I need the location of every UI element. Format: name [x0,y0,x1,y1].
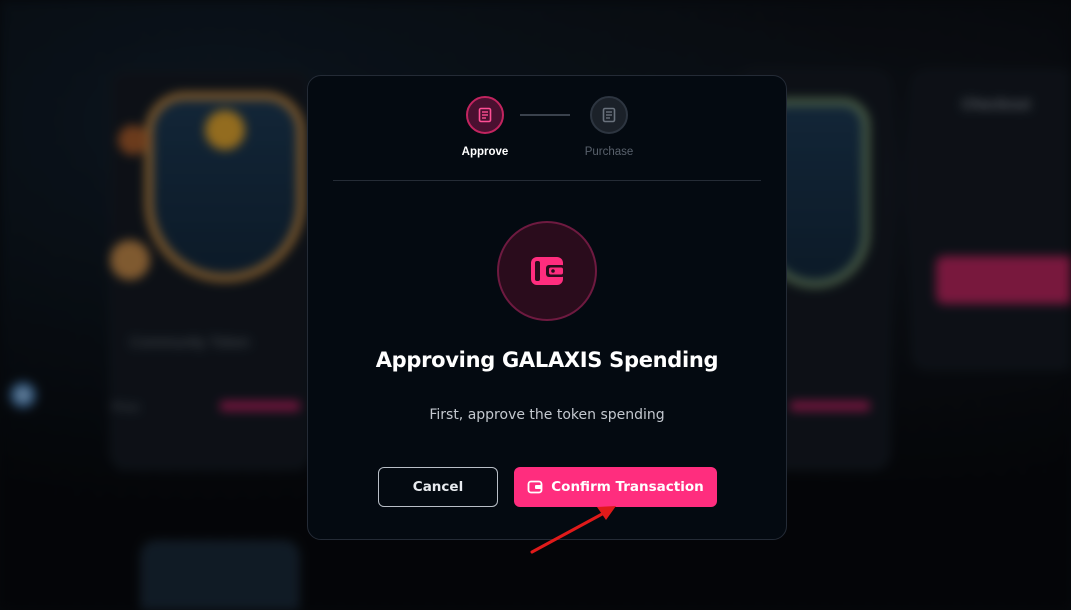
step-approve-label: Approve [461,146,509,158]
cancel-button[interactable]: Cancel [378,467,498,507]
step-connector [520,114,570,116]
modal-divider [333,180,761,181]
step-purchase-label: Purchase [584,146,634,158]
wallet-icon [527,480,543,494]
step-approve: Approve [440,96,530,158]
modal-title: Approving GALAXIS Spending [375,348,719,372]
progress-steps: Approve Purchase [308,96,786,166]
cancel-button-label: Cancel [412,479,464,495]
step-approve-indicator [466,96,504,134]
step-purchase-indicator [590,96,628,134]
modal-subtitle: First, approve the token spending [429,407,665,423]
step-purchase: Purchase [564,96,654,158]
receipt-icon [478,107,492,123]
wallet-icon-container [497,221,597,321]
receipt-icon [602,107,616,123]
confirm-transaction-button[interactable]: Confirm Transaction [514,467,717,507]
wallet-icon [531,257,565,285]
confirm-button-label: Confirm Transaction [551,479,704,495]
approval-modal: Approve Purchase Approving GALAXIS Spend… [307,75,787,540]
